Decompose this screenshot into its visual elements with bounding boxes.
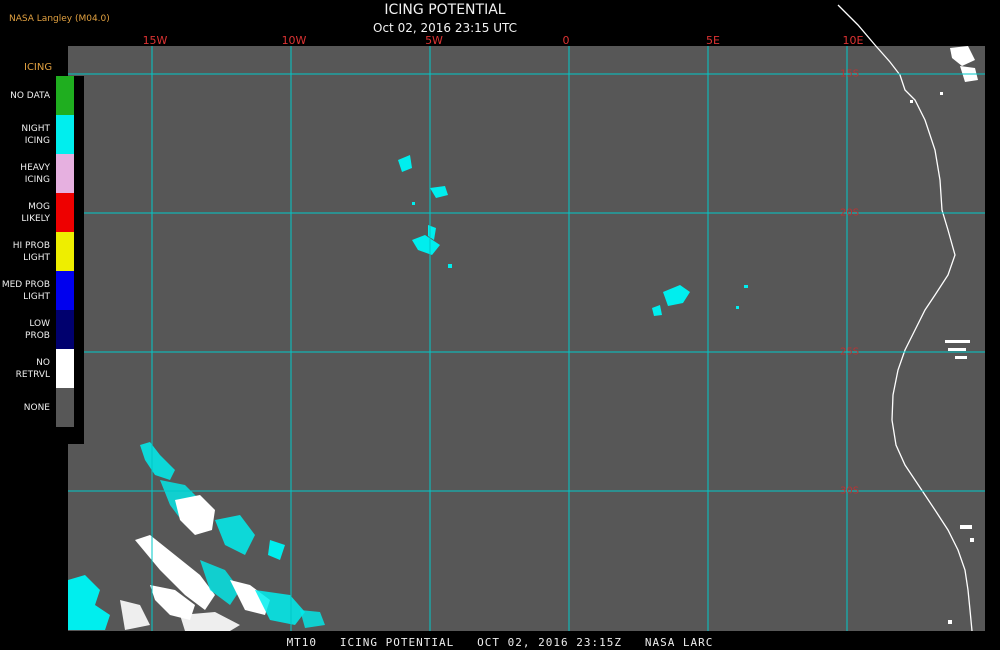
legend-swatch [56,154,74,193]
lat-label-15s: 15S [840,68,860,80]
legend-title: ICING [24,62,53,73]
legend-swatch [56,232,74,271]
lat-label-25s: 25S [840,346,860,358]
legend-item-none: NONE [0,388,84,427]
legend-item-heavy-icing: HEAVY ICING [0,154,84,193]
legend-item-night-icing: NIGHT ICING [0,115,84,154]
legend-swatch [56,388,74,427]
legend-swatch [56,115,74,154]
legend-swatch [56,310,74,349]
satellite-map [68,4,985,632]
legend-item-no-retrvl: NO RETRVL [0,349,84,388]
legend-label: HI PROB LIGHT [12,240,50,263]
lat-label-30s: 30S [840,485,860,497]
timestamp: Oct 02, 2016 23:15 UTC [373,21,517,35]
legend-label: NO RETRVL [15,357,50,380]
lon-label-10w: 10W [281,34,307,47]
legend: NO DATA NIGHT ICING HEAVY ICING MOG LIKE… [0,76,84,444]
legend-label: MOG LIKELY [21,201,50,224]
lon-label-15w: 15W [142,34,168,47]
legend-label: NONE [23,402,50,413]
lon-label-0: 0 [562,34,570,47]
legend-swatch [56,349,74,388]
lon-label-5w: 5W [425,34,443,47]
legend-label: HEAVY ICING [20,162,50,185]
legend-item-no-data: NO DATA [0,76,84,115]
legend-item-med-prob-light: MED PROB LIGHT [0,271,84,310]
lat-label-20s: 20S [840,207,860,219]
legend-label: NIGHT ICING [21,123,50,146]
legend-swatch [56,271,74,310]
legend-item-mog-likely: MOG LIKELY [0,193,84,232]
legend-label: NO DATA [10,90,50,101]
page-title: ICING POTENTIAL [384,2,506,18]
footer-caption: MT10 ICING POTENTIAL OCT 02, 2016 23:15Z… [286,636,714,649]
legend-label: LOW PROB [25,318,50,341]
lon-label-10e: 10E [842,34,864,47]
legend-item-low-prob: LOW PROB [0,310,84,349]
lon-label-5e: 5E [706,34,720,47]
legend-item-hi-prob-light: HI PROB LIGHT [0,232,84,271]
legend-label: MED PROB LIGHT [1,279,50,302]
legend-swatch [56,76,74,115]
legend-swatch [56,193,74,232]
